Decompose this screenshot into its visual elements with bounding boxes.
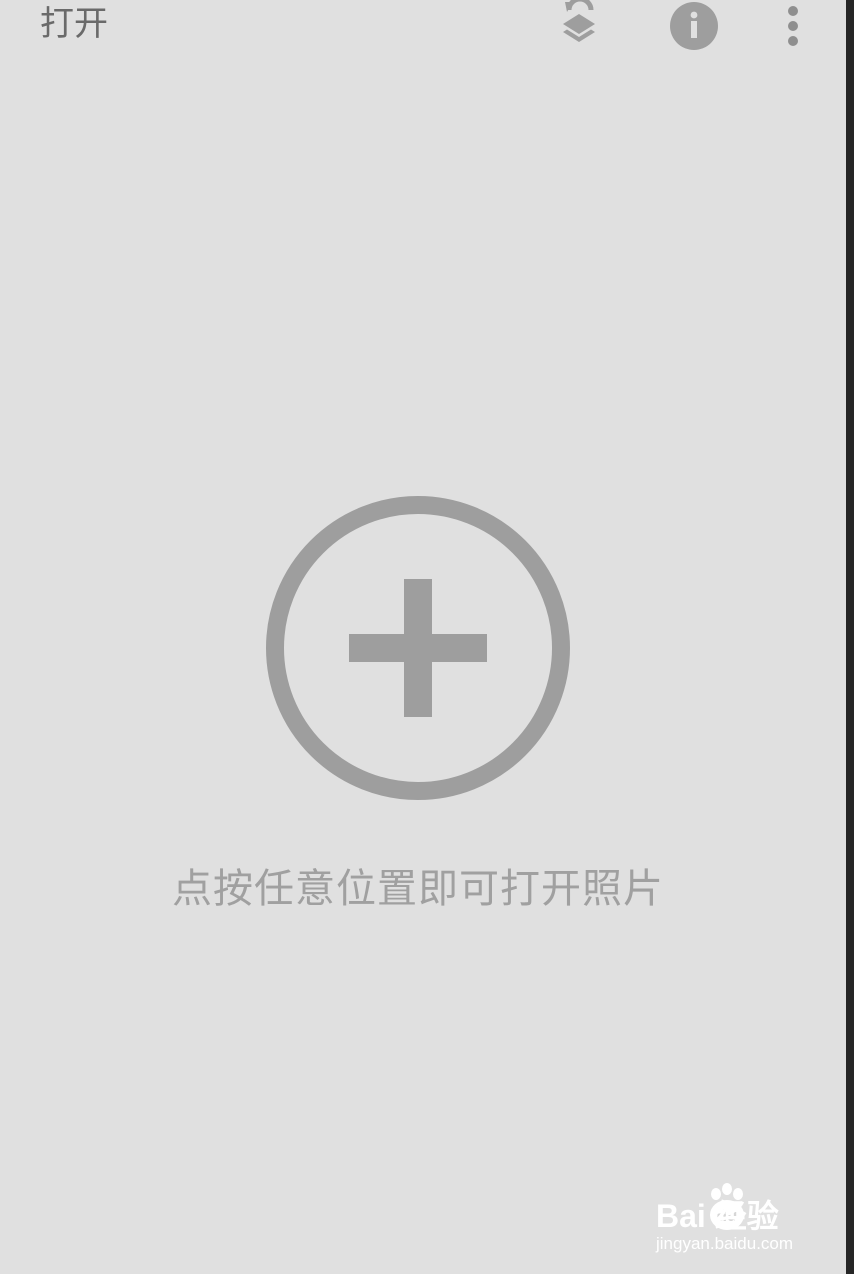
add-circle-icon	[266, 496, 570, 800]
screen-right-edge	[846, 0, 854, 1274]
info-icon	[670, 2, 718, 50]
open-title[interactable]: 打开	[40, 2, 108, 46]
more-options-button[interactable]	[763, 0, 823, 52]
watermark-url: jingyan.baidu.com	[656, 1234, 794, 1253]
undo-layers-icon	[563, 0, 595, 42]
watermark-brand: Bai 经验	[656, 1198, 779, 1234]
app-screen: 打开 点按任意位置即可打开照片 du Bai 经验 jingyan.baidu.…	[0, 0, 846, 1274]
baidu-jingyan-watermark: du Bai 经验 jingyan.baidu.com	[652, 1180, 822, 1260]
more-vert-icon	[788, 6, 798, 46]
open-photo-hint: 点按任意位置即可打开照片	[172, 866, 664, 912]
info-button[interactable]	[664, 0, 724, 52]
open-photo-area[interactable]: 点按任意位置即可打开照片	[0, 56, 846, 1274]
undo-layers-button[interactable]	[549, 0, 609, 52]
top-app-bar: 打开	[0, 0, 846, 56]
